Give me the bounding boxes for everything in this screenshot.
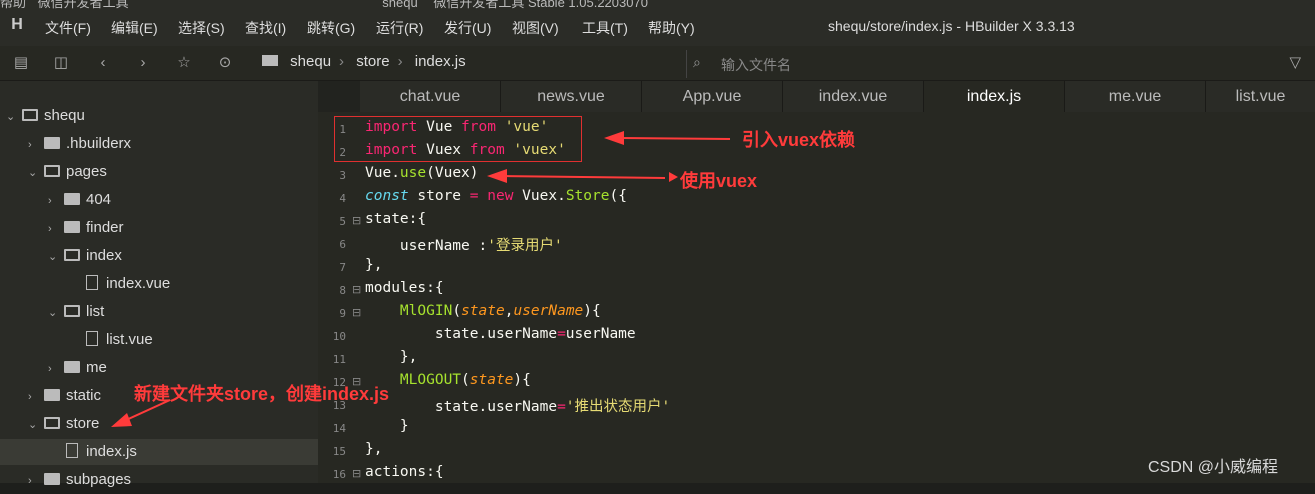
annotation-arrows	[111, 131, 731, 427]
annotation-new-store: 新建文件夹store，创建index.js	[134, 384, 390, 404]
arrow-head-icon	[604, 131, 624, 145]
arrow-head-icon	[669, 172, 678, 182]
annotation-import-vuex: 引入vuex依赖	[742, 130, 856, 150]
arrow-line	[501, 175, 666, 179]
arrow-line	[617, 137, 731, 140]
arrow-head-icon	[487, 169, 507, 183]
annotation-use-vuex: 使用vuex	[680, 171, 758, 191]
arrow-head-icon	[111, 413, 132, 427]
watermark: CSDN @小威编程	[1148, 459, 1279, 476]
